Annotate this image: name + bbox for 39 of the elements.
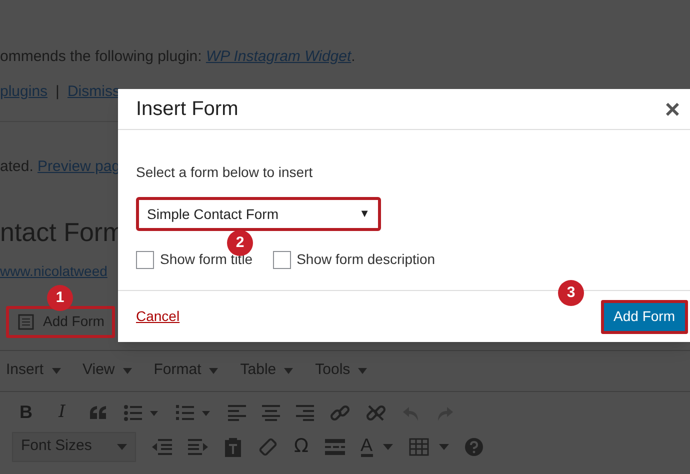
caret-icon[interactable] — [382, 444, 393, 450]
add-form-button[interactable]: Add Form — [600, 300, 688, 334]
align-left-icon[interactable] — [228, 404, 246, 420]
caret-icon[interactable] — [438, 444, 449, 450]
eraser-icon[interactable] — [258, 436, 278, 456]
plugin-link[interactable]: WP Instagram Widget — [206, 48, 352, 65]
caret-icon — [52, 368, 61, 374]
form-icon — [17, 312, 35, 330]
link-icon[interactable] — [330, 402, 350, 422]
checkbox-label: Show form description — [296, 250, 436, 269]
indent-icon[interactable] — [188, 438, 208, 456]
caret-icon — [209, 368, 218, 374]
step-badge: 1 — [47, 285, 73, 311]
form-select[interactable]: Simple Contact Form ▼ — [136, 197, 381, 231]
horizontal-line-icon[interactable] — [324, 438, 345, 454]
clipboard-icon[interactable] — [224, 436, 242, 456]
align-center-icon[interactable] — [262, 404, 280, 420]
plugins-link[interactable]: plugins — [0, 80, 48, 103]
close-button[interactable]: × — [664, 96, 680, 122]
dismiss-link[interactable]: Dismiss — [67, 80, 120, 103]
table-icon[interactable] — [408, 438, 429, 456]
bullet-list-icon[interactable] — [124, 404, 160, 422]
caret-icon — [117, 444, 127, 450]
quote-icon[interactable] — [88, 404, 108, 420]
checkbox[interactable] — [272, 250, 291, 268]
dialog-prompt: Select a form below to insert — [136, 163, 314, 182]
caret-icon — [284, 368, 294, 374]
dialog-title: Insert Form — [136, 97, 238, 122]
unlink-icon[interactable] — [366, 402, 386, 422]
permalink[interactable]: www.nicolatweed — [0, 260, 108, 282]
separator: | — [56, 82, 60, 102]
outdent-icon[interactable] — [152, 438, 172, 456]
cancel-link[interactable]: Cancel — [136, 306, 180, 327]
caret-icon — [122, 368, 132, 374]
align-right-icon[interactable] — [296, 404, 314, 420]
help-icon[interactable] — [464, 438, 483, 456]
numbered-list-icon[interactable] — [176, 404, 212, 422]
checkbox[interactable] — [136, 250, 154, 268]
caret-icon — [358, 368, 368, 374]
